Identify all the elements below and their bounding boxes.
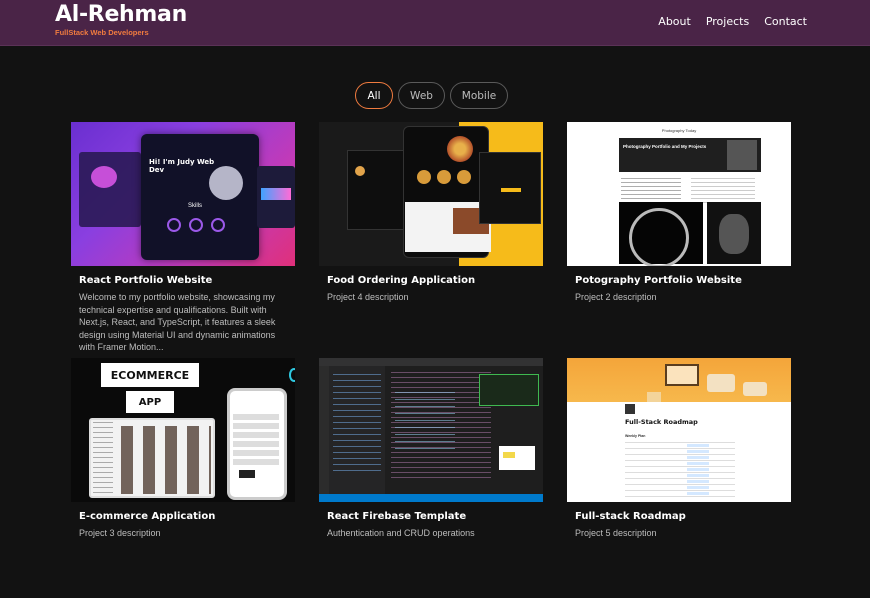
- project-title: React Firebase Template: [327, 511, 467, 522]
- thumb-monitor: [665, 364, 699, 386]
- nav-contact-link[interactable]: Contact: [764, 15, 807, 28]
- thumb-roadmap-sub: Weekly Plan: [625, 434, 646, 438]
- brand[interactable]: Al-Rehman FullStack Web Developers: [55, 2, 187, 38]
- thumb-skill-ring: [211, 218, 225, 232]
- brand-name[interactable]: Al-Rehman: [55, 2, 187, 28]
- thumb-food-item: [355, 166, 365, 176]
- thumb-banner-text: Photography Portfolio and My Projects: [623, 144, 707, 149]
- thumb-food-item: [417, 170, 431, 184]
- thumb-ecommerce-label: ECOMMERCE: [101, 363, 199, 387]
- project-card[interactable]: React Firebase Template Authentication a…: [319, 358, 543, 540]
- project-title: E-commerce Application: [79, 511, 216, 522]
- project-card[interactable]: ECOMMERCE APP E-commerce Application Pro…: [71, 358, 295, 540]
- project-title: Full-stack Roadmap: [575, 511, 686, 522]
- project-thumbnail[interactable]: [319, 358, 543, 502]
- thumb-note-highlight: [503, 452, 515, 458]
- thumb-plant: [647, 392, 661, 402]
- filter-web-button[interactable]: Web: [398, 82, 445, 109]
- project-card[interactable]: Food Ordering Application Project 4 desc…: [319, 122, 543, 304]
- thumb-page-icon: [625, 404, 635, 414]
- thumb-pizza: [447, 136, 473, 162]
- thumb-activity-bar: [319, 366, 329, 494]
- navbar: Al-Rehman FullStack Web Developers About…: [0, 0, 870, 46]
- project-description: Welcome to my portfolio website, showcas…: [79, 292, 276, 352]
- thumb-main-window: [141, 134, 259, 260]
- thumb-table: [625, 442, 735, 500]
- thumb-photo-subject: [719, 214, 749, 254]
- thumb-device: [743, 382, 767, 396]
- thumb-window-left: [79, 152, 141, 227]
- thumb-projects-strip: [261, 188, 291, 200]
- thumb-astronaut-left: [91, 166, 117, 188]
- thumb-banner-photo: [727, 140, 757, 170]
- thumb-button: [501, 188, 521, 192]
- project-thumbnail[interactable]: ECOMMERCE APP: [71, 358, 295, 502]
- project-card[interactable]: Hi! I'm Judy Web Dev Skills React Portfo…: [71, 122, 295, 354]
- nav-links: About Projects Contact: [658, 15, 807, 28]
- thumb-product-grid: [121, 426, 211, 494]
- project-card[interactable]: Full-Stack Roadmap Weekly Plan Full-stac…: [567, 358, 791, 540]
- brand-tagline: FullStack Web Developers: [55, 28, 149, 37]
- project-thumbnail[interactable]: Hi! I'm Judy Web Dev Skills: [71, 122, 295, 266]
- project-thumbnail[interactable]: Full-Stack Roadmap Weekly Plan: [567, 358, 791, 502]
- thumb-note: [499, 446, 535, 470]
- thumb-photo-arc: [629, 208, 689, 266]
- thumb-food-item: [457, 170, 471, 184]
- thumb-code-lines: [395, 392, 455, 452]
- thumb-skill-ring: [189, 218, 203, 232]
- thumb-skill-ring: [167, 218, 181, 232]
- filter-all-button[interactable]: All: [355, 82, 393, 109]
- thumb-radio: [707, 374, 735, 392]
- project-filters: All Web Mobile: [355, 82, 508, 109]
- thumb-phone-button: [239, 470, 255, 478]
- thumb-statusbar: [319, 494, 543, 502]
- thumb-phone-form: [233, 414, 279, 466]
- project-thumbnail[interactable]: Photography Today Photography Portfolio …: [567, 122, 791, 266]
- project-description: Project 3 description: [79, 528, 161, 538]
- thumb-sidebar: [93, 422, 113, 494]
- project-title: Potography Portfolio Website: [575, 275, 742, 286]
- project-title: React Portfolio Website: [79, 275, 213, 286]
- project-card[interactable]: Photography Today Photography Portfolio …: [567, 122, 791, 304]
- thumb-food-item: [437, 170, 451, 184]
- project-description: Project 4 description: [327, 292, 409, 302]
- thumb-astronaut: [209, 166, 243, 200]
- thumb-ring: [289, 368, 295, 382]
- project-description: Project 2 description: [575, 292, 657, 302]
- thumb-app-label: APP: [126, 391, 174, 413]
- thumb-titlebar: [319, 358, 543, 366]
- project-description: Project 5 description: [575, 528, 657, 538]
- thumb-file-tree: [333, 374, 381, 474]
- project-description: Authentication and CRUD operations: [327, 528, 475, 538]
- thumb-code-popup: [479, 374, 539, 406]
- thumb-skills-label: Skills: [188, 203, 203, 209]
- thumb-site-header: Photography Today: [661, 128, 697, 133]
- filter-mobile-button[interactable]: Mobile: [450, 82, 508, 109]
- project-title: Food Ordering Application: [327, 275, 476, 286]
- project-thumbnail[interactable]: [319, 122, 543, 266]
- nav-projects-link[interactable]: Projects: [706, 15, 749, 28]
- thumb-hero-text: Hi! I'm Judy Web Dev: [149, 158, 215, 174]
- thumb-roadmap-heading: Full-Stack Roadmap: [625, 418, 698, 426]
- nav-about-link[interactable]: About: [658, 15, 691, 28]
- thumb-tags: [687, 444, 709, 498]
